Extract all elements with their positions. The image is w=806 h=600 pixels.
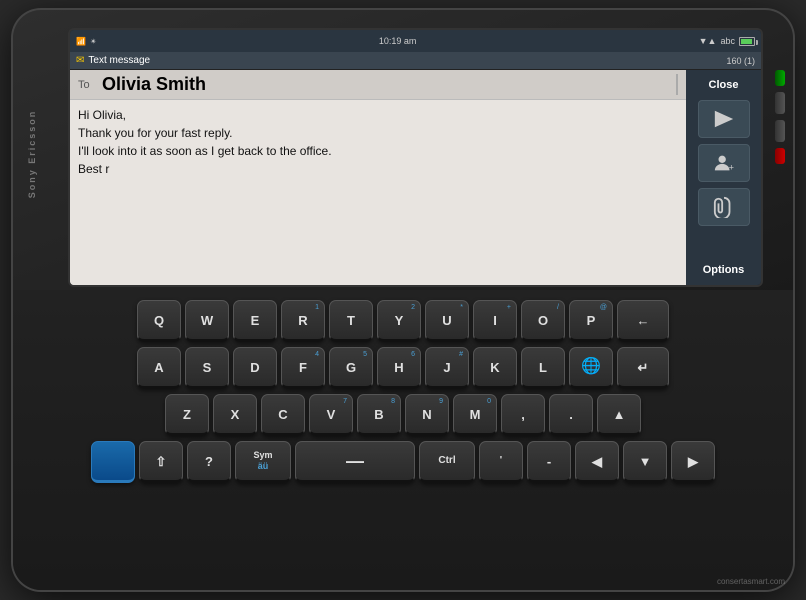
status-bar: 📶 ✴ 10:19 am ▼▲ abc xyxy=(70,30,761,52)
key-right[interactable]: ▶ xyxy=(671,441,715,483)
key-o[interactable]: O/ xyxy=(521,300,565,342)
key-apostrophe[interactable]: ' xyxy=(479,441,523,483)
svg-text:+: + xyxy=(728,162,733,172)
keyboard: Q W E R1 T Y2 U* I+ O/ P@ ← A S D F4 G5 … xyxy=(33,300,773,575)
phone: Sony Ericsson 📶 ✴ 10:19 am ▼▲ xyxy=(13,10,793,590)
key-q[interactable]: Q xyxy=(137,300,181,342)
key-period[interactable]: . xyxy=(549,394,593,436)
message-body[interactable]: Hi Olivia, Thank you for your fast reply… xyxy=(70,100,686,285)
char-count: 160 (1) xyxy=(726,56,755,66)
key-left[interactable]: ◀ xyxy=(575,441,619,483)
key-ctrl[interactable]: Ctrl xyxy=(419,441,475,483)
key-p[interactable]: P@ xyxy=(569,300,613,342)
recipient-name: Olivia Smith xyxy=(102,74,206,95)
attach-button[interactable] xyxy=(698,188,750,226)
end-button[interactable] xyxy=(775,148,785,164)
key-i[interactable]: I+ xyxy=(473,300,517,342)
key-x[interactable]: X xyxy=(213,394,257,436)
key-h[interactable]: H6 xyxy=(377,347,421,389)
envelope-icon: ✉ xyxy=(76,55,84,66)
key-w[interactable]: W xyxy=(185,300,229,342)
body-line-1: Hi Olivia, xyxy=(78,106,678,124)
key-row-3: Z X C V7 B8 N9 M0 , . ▲ xyxy=(33,394,773,436)
key-row-2: A S D F4 G5 H6 J# K L 🌐 ↵ xyxy=(33,347,773,389)
side-buttons xyxy=(775,70,785,164)
signal-icon: 📶 xyxy=(76,37,86,46)
key-l[interactable]: L xyxy=(521,347,565,389)
key-down[interactable]: ▼ xyxy=(623,441,667,483)
key-a[interactable]: A xyxy=(137,347,181,389)
status-right: ▼▲ abc xyxy=(699,36,755,46)
to-label: To xyxy=(78,79,96,91)
phone-top: Sony Ericsson 📶 ✴ 10:19 am ▼▲ xyxy=(13,10,793,300)
key-fn[interactable] xyxy=(91,441,135,483)
battery-icon xyxy=(739,37,755,46)
bluetooth-icon: ✴ xyxy=(90,37,97,46)
status-left: 📶 ✴ xyxy=(76,37,97,46)
key-sym[interactable]: Symäü xyxy=(235,441,291,483)
battery-fill xyxy=(741,39,752,44)
key-z[interactable]: Z xyxy=(165,394,209,436)
key-comma[interactable]: , xyxy=(501,394,545,436)
divider xyxy=(676,74,678,95)
to-field[interactable]: To Olivia Smith xyxy=(70,70,686,100)
key-e[interactable]: E xyxy=(233,300,277,342)
abc-label: abc xyxy=(720,36,735,46)
key-backspace[interactable]: ← xyxy=(617,300,669,342)
body-line-2: Thank you for your fast reply. xyxy=(78,124,678,142)
key-n[interactable]: N9 xyxy=(405,394,449,436)
send-icon xyxy=(713,108,735,130)
key-g[interactable]: G5 xyxy=(329,347,373,389)
right-panel: Close + xyxy=(686,70,761,285)
add-person-icon: + xyxy=(713,152,735,174)
brand-text: Sony Ericsson xyxy=(27,109,37,198)
options-button[interactable]: Options xyxy=(700,261,748,279)
key-c[interactable]: C xyxy=(261,394,305,436)
key-v[interactable]: V7 xyxy=(309,394,353,436)
attach-icon xyxy=(713,196,735,218)
key-b[interactable]: B8 xyxy=(357,394,401,436)
phone-keyboard: Q W E R1 T Y2 U* I+ O/ P@ ← A S D F4 G5 … xyxy=(13,290,793,590)
body-line-4: Best r xyxy=(78,160,678,178)
call-button[interactable] xyxy=(775,70,785,86)
key-dash[interactable]: - xyxy=(527,441,571,483)
network-icon: ▼▲ xyxy=(699,36,717,46)
send-message-button[interactable] xyxy=(698,100,750,138)
key-shift[interactable]: ⇧ xyxy=(139,441,183,483)
key-s[interactable]: S xyxy=(185,347,229,389)
key-d[interactable]: D xyxy=(233,347,277,389)
message-type-label: Text message xyxy=(88,55,150,66)
body-line-3: I'll look into it as soon as I get back … xyxy=(78,142,678,160)
key-question[interactable]: ? xyxy=(187,441,231,483)
close-button[interactable]: Close xyxy=(706,76,742,94)
message-type: ✉ Text message xyxy=(76,55,150,66)
key-m[interactable]: M0 xyxy=(453,394,497,436)
add-contact-button[interactable]: + xyxy=(698,144,750,182)
key-enter[interactable]: ↵ xyxy=(617,347,669,389)
message-area[interactable]: To Olivia Smith Hi Olivia, Thank you for… xyxy=(70,70,686,285)
screen: 📶 ✴ 10:19 am ▼▲ abc ✉ xyxy=(70,30,761,285)
key-row-4: ⇧ ? Symäü — Ctrl ' - ◀ ▼ ▶ xyxy=(33,441,773,483)
key-space[interactable]: — xyxy=(295,441,415,483)
message-header: ✉ Text message 160 (1) xyxy=(70,52,761,70)
time-display: 10:19 am xyxy=(379,36,417,46)
key-globe[interactable]: 🌐 xyxy=(569,347,613,389)
key-up[interactable]: ▲ xyxy=(597,394,641,436)
screen-content: To Olivia Smith Hi Olivia, Thank you for… xyxy=(70,70,761,285)
key-t[interactable]: T xyxy=(329,300,373,342)
volume-up-button[interactable] xyxy=(775,92,785,114)
key-f[interactable]: F4 xyxy=(281,347,325,389)
volume-down-button[interactable] xyxy=(775,120,785,142)
key-r[interactable]: R1 xyxy=(281,300,325,342)
watermark: consertasmart.com xyxy=(717,577,785,586)
key-u[interactable]: U* xyxy=(425,300,469,342)
key-j[interactable]: J# xyxy=(425,347,469,389)
key-row-1: Q W E R1 T Y2 U* I+ O/ P@ ← xyxy=(33,300,773,342)
key-k[interactable]: K xyxy=(473,347,517,389)
key-y[interactable]: Y2 xyxy=(377,300,421,342)
screen-bezel: 📶 ✴ 10:19 am ▼▲ abc ✉ xyxy=(68,28,763,287)
